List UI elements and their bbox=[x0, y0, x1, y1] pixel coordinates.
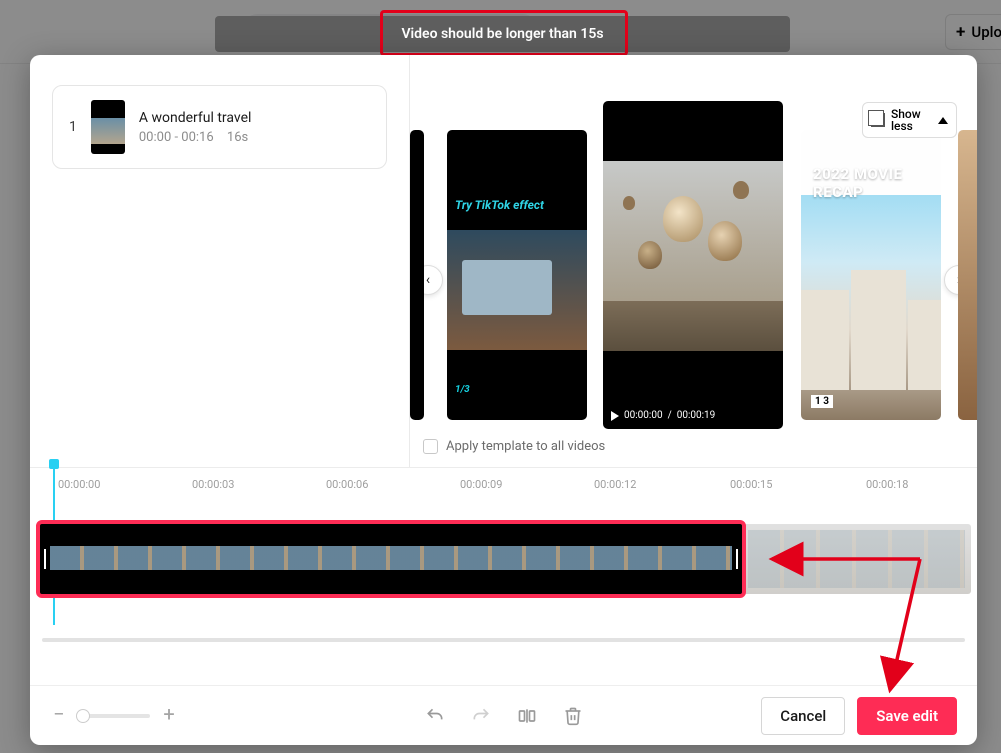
cancel-button[interactable]: Cancel bbox=[761, 697, 845, 735]
play-icon[interactable] bbox=[611, 411, 619, 421]
trim-handle-right[interactable] bbox=[736, 549, 738, 569]
clip-title: A wonderful travel bbox=[139, 110, 252, 126]
slide3-headline: 2022 MOVIE RECAP bbox=[813, 165, 941, 201]
timeline-ruler[interactable]: 00:00:00 00:00:03 00:00:06 00:00:09 00:0… bbox=[30, 474, 977, 498]
trimmed-out-region bbox=[742, 524, 971, 594]
trim-handle-left[interactable] bbox=[44, 549, 46, 569]
bottom-toolbar: − + Cancel Save edit bbox=[30, 685, 977, 745]
tick-label: 00:00:00 bbox=[58, 478, 100, 491]
show-less-button[interactable]: Show less bbox=[862, 102, 957, 138]
template-slide-edge-left[interactable] bbox=[410, 130, 424, 420]
tick-label: 00:00:12 bbox=[594, 478, 636, 491]
redo-icon[interactable] bbox=[471, 706, 491, 726]
zoom-slider[interactable] bbox=[78, 714, 150, 718]
template-slide-2-selected[interactable]: 00:00:00/00:00:19 bbox=[603, 101, 783, 429]
slide1-mirror bbox=[462, 260, 552, 315]
trash-icon[interactable] bbox=[563, 706, 583, 726]
zoom-slider-knob[interactable] bbox=[76, 709, 90, 723]
timeline-base-line bbox=[42, 638, 965, 642]
toast-text: Video should be longer than 15s bbox=[401, 26, 603, 42]
undo-icon[interactable] bbox=[425, 706, 445, 726]
clip-index: 1 bbox=[69, 119, 77, 135]
chevron-up-icon bbox=[938, 117, 948, 124]
show-less-label: Show less bbox=[891, 108, 932, 132]
template-carousel: Show less ‹ › Try TikTok effect 1/3 bbox=[410, 55, 977, 467]
slide2-ground bbox=[603, 301, 783, 351]
slide2-total-time: 00:00:19 bbox=[677, 410, 716, 421]
slide2-playbar: 00:00:00/00:00:19 bbox=[611, 410, 715, 421]
apply-template-label: Apply template to all videos bbox=[446, 439, 605, 454]
slide2-current-time: 00:00:00 bbox=[624, 410, 663, 421]
slide3-page: 1 3 bbox=[811, 395, 833, 408]
clip-range: 00:00 - 00:16 bbox=[139, 130, 214, 145]
tick-label: 00:00:06 bbox=[326, 478, 368, 491]
slide3-scene bbox=[801, 195, 941, 420]
zoom-out-button[interactable]: − bbox=[50, 707, 68, 725]
slide1-effect-text: Try TikTok effect bbox=[455, 198, 544, 212]
cancel-label: Cancel bbox=[780, 707, 826, 725]
clip-thumbnail bbox=[91, 100, 125, 154]
edit-tools bbox=[425, 706, 583, 726]
clip-card[interactable]: 1 A wonderful travel 00:00 - 00:16 16s bbox=[52, 85, 387, 169]
apply-template-row[interactable]: Apply template to all videos bbox=[423, 439, 605, 454]
template-slide-edge-right[interactable] bbox=[958, 130, 977, 420]
clip-selection[interactable] bbox=[36, 520, 746, 598]
tick-label: 00:00:15 bbox=[730, 478, 772, 491]
tick-label: 00:00:03 bbox=[192, 478, 234, 491]
chevron-left-icon: ‹ bbox=[426, 272, 430, 288]
apply-template-checkbox[interactable] bbox=[423, 439, 438, 454]
template-slide-1[interactable]: Try TikTok effect 1/3 bbox=[447, 130, 587, 420]
balloon-icon bbox=[638, 241, 662, 269]
save-edit-button[interactable]: Save edit bbox=[857, 697, 957, 735]
timeline-track[interactable] bbox=[36, 524, 971, 594]
clip-duration: 16s bbox=[227, 130, 248, 145]
slide2-sky bbox=[603, 161, 783, 321]
tick-label: 00:00:09 bbox=[460, 478, 502, 491]
slide1-page: 1/3 bbox=[455, 384, 470, 395]
clip-frames-strip bbox=[50, 546, 732, 570]
balloon-icon bbox=[708, 221, 742, 261]
zoom-control: − + bbox=[50, 707, 178, 725]
save-label: Save edit bbox=[876, 707, 938, 725]
balloon-icon bbox=[733, 181, 749, 199]
template-slide-3[interactable]: 2022 MOVIE RECAP 1 3 bbox=[801, 130, 941, 420]
balloon-icon bbox=[663, 196, 703, 242]
zoom-in-button[interactable]: + bbox=[160, 707, 178, 725]
tick-label: 00:00:18 bbox=[866, 478, 908, 491]
balloon-icon bbox=[623, 196, 635, 210]
video-editor-dialog: 1 A wonderful travel 00:00 - 00:16 16s S… bbox=[30, 55, 977, 745]
stack-icon bbox=[871, 113, 885, 127]
clip-list-sidebar: 1 A wonderful travel 00:00 - 00:16 16s bbox=[30, 55, 410, 467]
toast-warning: Video should be longer than 15s bbox=[215, 16, 790, 52]
split-icon[interactable] bbox=[517, 706, 537, 726]
timeline: 00:00:00 00:00:03 00:00:06 00:00:09 00:0… bbox=[30, 467, 977, 687]
